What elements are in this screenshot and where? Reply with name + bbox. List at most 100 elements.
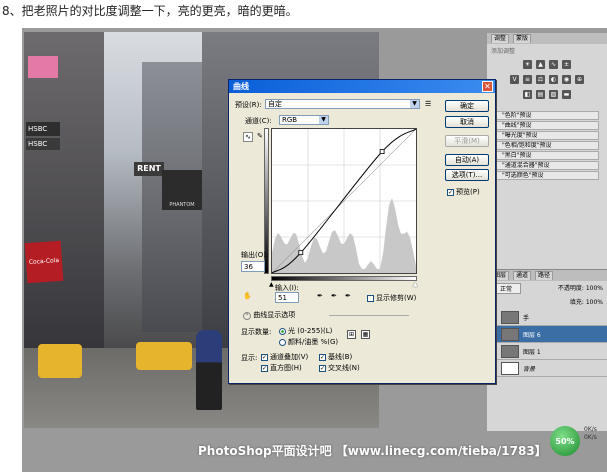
black-eyedropper-icon[interactable]: ✒ (317, 292, 323, 300)
vibrance-icon[interactable]: V (510, 75, 519, 84)
preset-hue-saturation[interactable]: "色相/饱和度"预设 (495, 141, 599, 150)
preset-exposure[interactable]: "曝光度"预设 (495, 131, 599, 140)
chevron-up-icon: ⌃ (243, 312, 251, 320)
layer-thumbnail (501, 327, 519, 341)
channel-value: RGB (282, 116, 298, 124)
rent-sign: RENT (134, 162, 164, 176)
network-rates: 0K/s 0K/s (584, 426, 606, 442)
taxi-right (136, 342, 192, 370)
coca-cola-sign: Coca-Cola (24, 240, 64, 284)
brightness-icon[interactable]: ☀ (523, 60, 532, 69)
layer-row[interactable]: 图层 1 (487, 343, 607, 360)
levels-icon[interactable]: ▲ (536, 60, 545, 69)
photo-filter-icon[interactable]: ◉ (562, 75, 571, 84)
checkbox-box (367, 294, 374, 302)
hsbc-sign-2: HSBC (26, 138, 60, 150)
phantom-sign: PHANTOM (162, 170, 202, 210)
histogram-label: 直方图(H) (270, 364, 302, 372)
curve-edit-icon[interactable]: ∿ (243, 132, 253, 142)
checkbox-box: ✓ (319, 353, 326, 361)
curve-control-point[interactable] (379, 149, 385, 154)
ok-button[interactable]: 确定 (445, 100, 489, 112)
layer-thumbnail (501, 310, 519, 324)
pencil-icon[interactable]: ✎ (257, 132, 263, 140)
tab-paths[interactable]: 路径 (535, 271, 554, 280)
preset-menu-icon[interactable]: ☰ (425, 100, 431, 108)
curves-plot[interactable] (271, 128, 417, 274)
curves-icon[interactable]: ∿ (549, 60, 558, 69)
curves-graph[interactable] (271, 128, 417, 274)
curve-display-options-toggle[interactable]: ⌃ 曲线显示选项 (243, 310, 295, 320)
layer-row[interactable]: 手 (487, 309, 607, 326)
cancel-button[interactable]: 取消 (445, 116, 489, 128)
smooth-button[interactable]: 平滑(M) (445, 135, 489, 147)
layer-name: 背景 (523, 365, 536, 373)
layer-thumbnail (501, 361, 519, 375)
intersection-line-label: 交叉线(N) (328, 364, 360, 372)
layer-row[interactable]: 背景 (487, 360, 607, 377)
white-point-slider[interactable]: ▲ (413, 281, 418, 288)
light-radio-label: 光 (0-255)(L) (288, 327, 333, 335)
tab-masks[interactable]: 蒙版 (513, 34, 532, 43)
baseline-label: 基线(B) (328, 353, 353, 361)
gray-eyedropper-icon[interactable]: ✒ (331, 292, 337, 300)
channel-overlay-checkbox[interactable]: ✓ 通道叠加(V) (261, 352, 308, 362)
hue-saturation-icon[interactable]: ≡ (523, 75, 532, 84)
building-left (24, 32, 104, 362)
pigment-radio[interactable]: 颜料/油墨 %(G) (279, 337, 338, 347)
preset-select[interactable]: 自定 ▼ (265, 99, 420, 109)
preview-checkbox[interactable]: ✓ 预览(P) (447, 187, 480, 197)
tab-channels[interactable]: 通道 (513, 271, 532, 280)
hsbc-sign: HSBC (26, 122, 60, 136)
opacity-field[interactable]: 不透明度: 100% (558, 283, 603, 294)
curve-control-point[interactable] (298, 250, 304, 256)
chevron-down-icon: ▼ (319, 116, 328, 124)
grid-4x4-icon[interactable]: ⊞ (347, 330, 356, 339)
show-amount-label: 显示数量: (241, 328, 272, 336)
input-field[interactable]: 51 (275, 292, 299, 303)
preview-label: 预览(P) (456, 188, 480, 196)
baseline-checkbox[interactable]: ✓ 基线(B) (319, 352, 352, 362)
output-field[interactable]: 36 (241, 261, 265, 272)
show-clipping-checkbox[interactable]: 显示修剪(W) (367, 293, 416, 303)
options-button[interactable]: 选项(T)... (445, 169, 489, 181)
output-label: 输出(O): (241, 251, 269, 259)
threshold-icon[interactable]: ▨ (549, 90, 558, 99)
layer-row-selected[interactable]: 图层 6 (487, 326, 607, 343)
preset-levels[interactable]: "色阶"预设 (495, 111, 599, 120)
close-icon[interactable]: ✕ (482, 81, 493, 92)
black-white-icon[interactable]: ◐ (549, 75, 558, 84)
layers-panel: 图层 通道 路径 正常 不透明度: 100% 填充: 100% 手 图层 6 图… (487, 269, 607, 431)
grid-10x10-icon[interactable]: ▦ (361, 330, 370, 339)
gradient-map-icon[interactable]: ▬ (562, 90, 571, 99)
right-panels: 调整 蒙版 添加调整 ☀ ▲ ∿ ± V ≡ ⚖ ◐ ◉ ⊕ ◧ ▤ ▨ ▬ "… (487, 33, 607, 431)
intersection-line-checkbox[interactable]: ✓ 交叉线(N) (319, 363, 360, 373)
divider (329, 315, 409, 316)
light-radio[interactable]: 光 (0-255)(L) (279, 326, 332, 336)
preset-label: 预设(R): (235, 101, 262, 109)
layer-name: 图层 6 (523, 331, 541, 339)
invert-icon[interactable]: ◧ (523, 90, 532, 99)
checkbox-box: ✓ (261, 364, 268, 372)
tab-adjustments[interactable]: 调整 (491, 34, 510, 43)
network-speed-badge[interactable]: 50% (550, 426, 580, 456)
preset-channel-mixer[interactable]: "通道混合器"预设 (495, 161, 599, 170)
dialog-titlebar[interactable]: 曲线 ✕ (229, 80, 495, 93)
layers-tabs: 图层 通道 路径 (487, 270, 607, 281)
layer-thumbnail (501, 344, 519, 358)
hand-tool-icon[interactable]: ✋ (243, 292, 252, 300)
black-point-slider[interactable]: ▲ (269, 281, 274, 288)
preset-black-white[interactable]: "黑白"预设 (495, 151, 599, 160)
white-eyedropper-icon[interactable]: ✒ (345, 292, 351, 300)
histogram-checkbox[interactable]: ✓ 直方图(H) (261, 363, 302, 373)
watermark: PhotoShop平面设计吧 【www.linecg.com/tieba/178… (198, 444, 547, 458)
auto-button[interactable]: 自动(A) (445, 154, 489, 166)
preset-curves[interactable]: "曲线"预设 (495, 121, 599, 130)
preset-selective-color[interactable]: "可选颜色"预设 (495, 171, 599, 180)
posterize-icon[interactable]: ▤ (536, 90, 545, 99)
color-balance-icon[interactable]: ⚖ (536, 75, 545, 84)
channel-select[interactable]: RGB ▼ (279, 115, 329, 125)
fill-field[interactable]: 填充: 100% (570, 299, 603, 306)
exposure-icon[interactable]: ± (562, 60, 571, 69)
channel-mixer-icon[interactable]: ⊕ (575, 75, 584, 84)
